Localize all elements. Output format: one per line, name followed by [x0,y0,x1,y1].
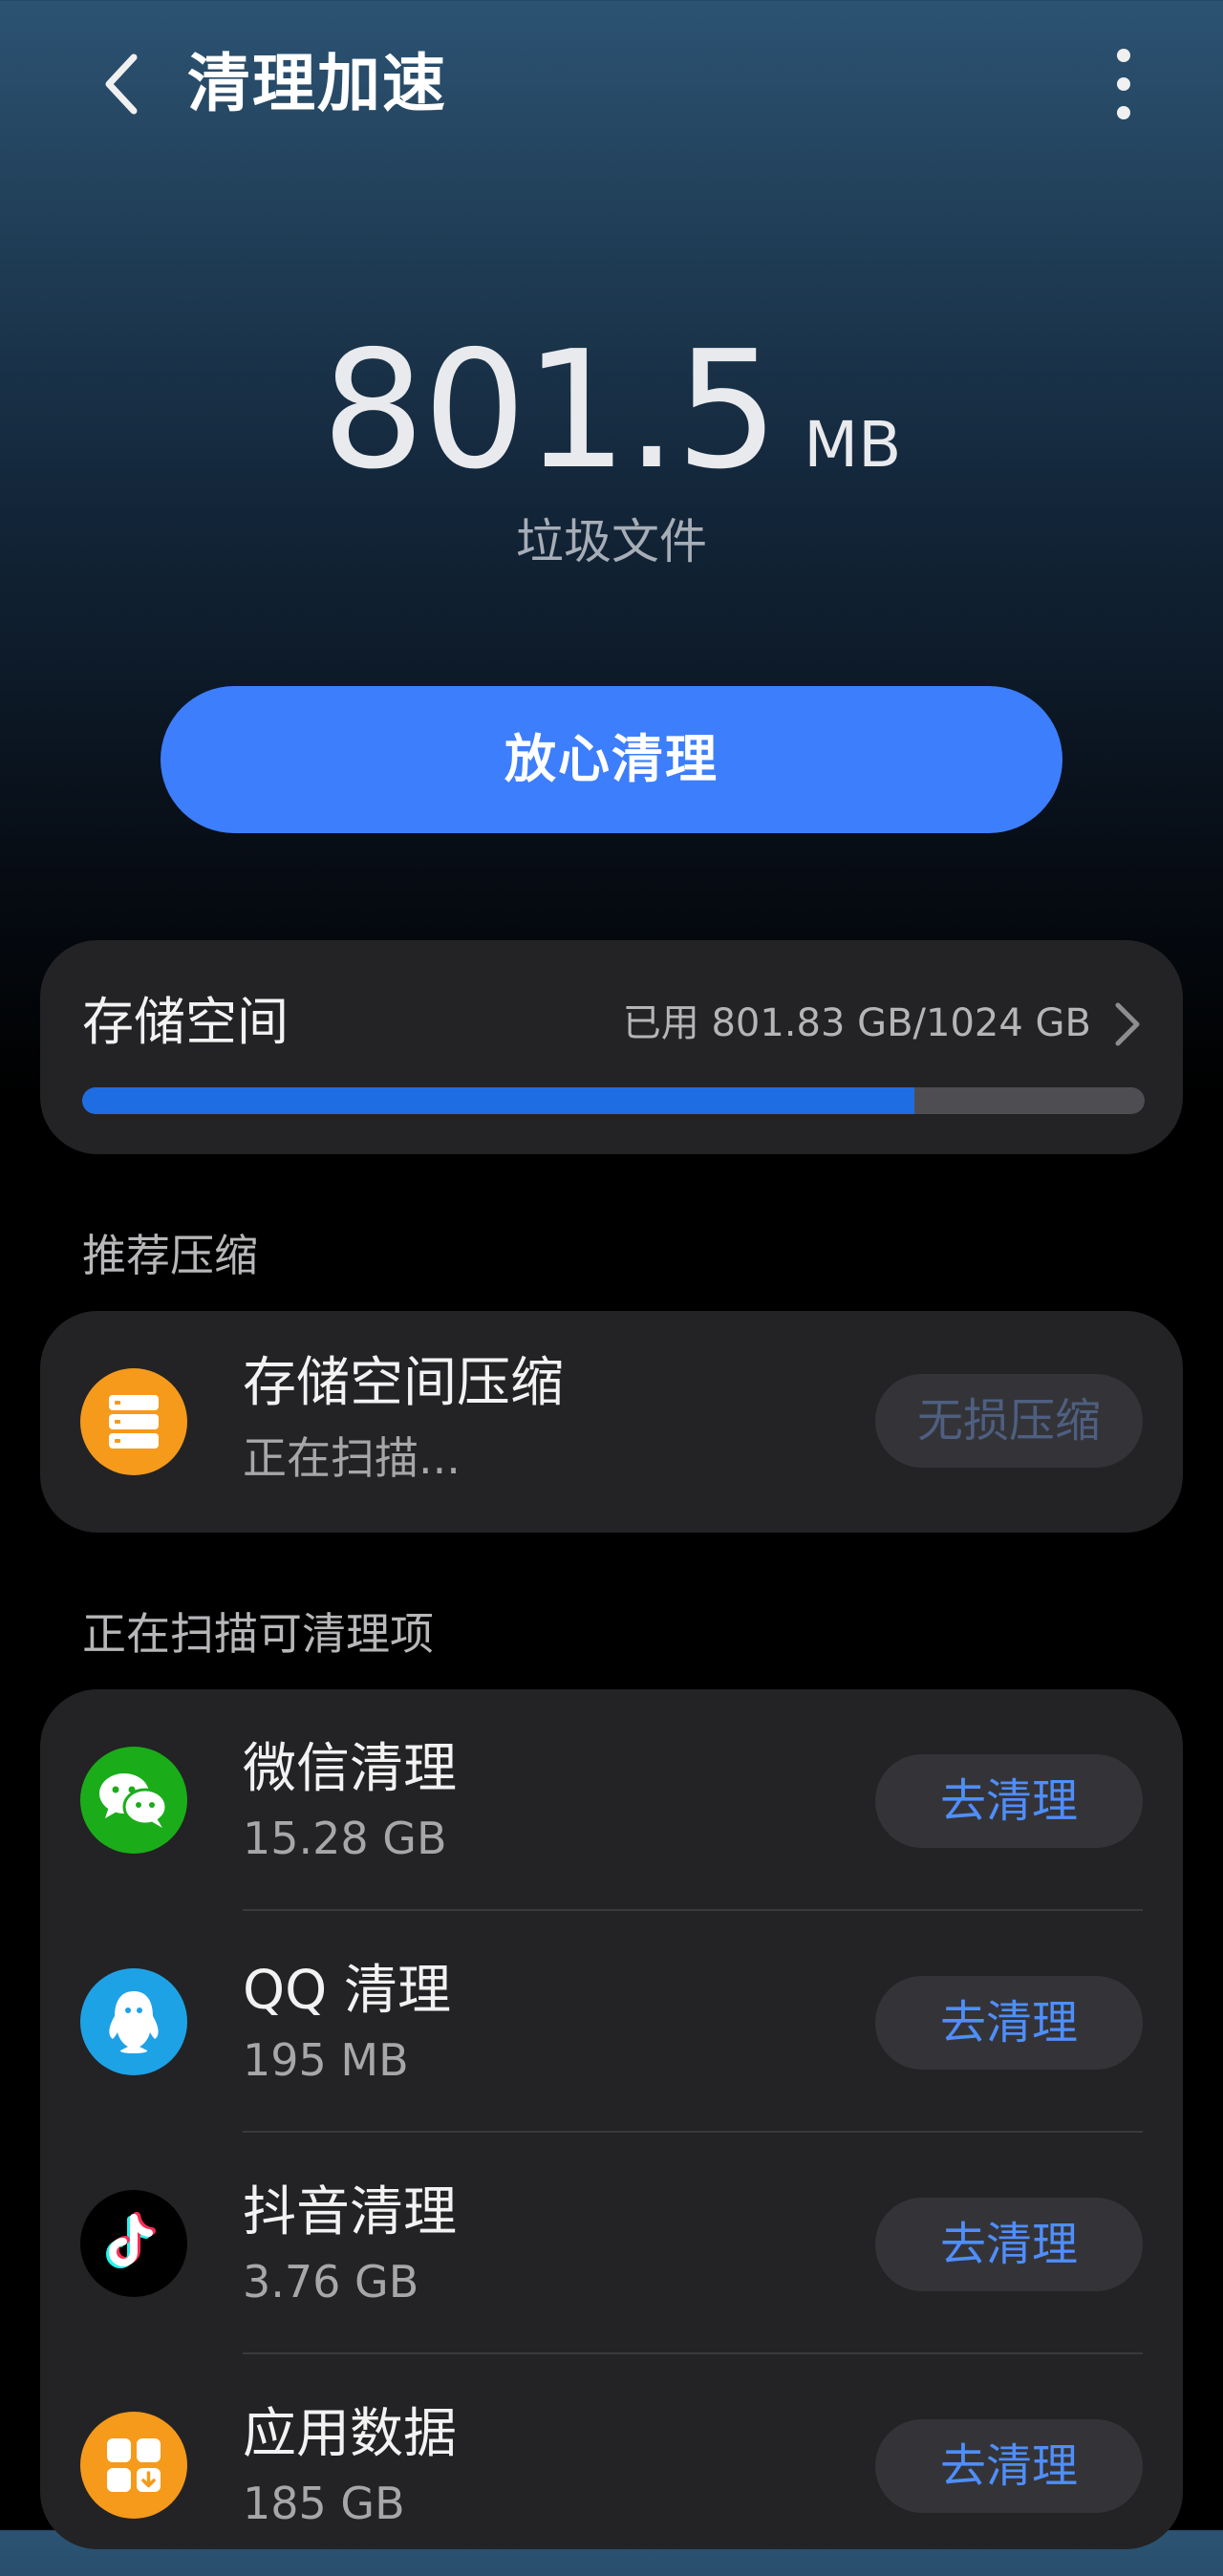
more-vertical-icon [1117,49,1130,119]
wechat-clean-button[interactable]: 去清理 [875,1754,1143,1848]
junk-label: 垃圾文件 [516,514,707,569]
app-data-icon [80,2412,187,2519]
compress-status: 正在扫描... [243,1432,461,1484]
qq-icon [80,1968,187,2075]
douyin-size: 3.76 GB [243,2256,419,2308]
storage-title: 存储空间 [82,992,289,1052]
storage-progress-fill [82,1087,914,1114]
compress-title: 存储空间压缩 [243,1352,564,1414]
storage-progress-bar [82,1087,1145,1114]
wechat-icon [80,1747,187,1854]
junk-size-unit: MB [804,408,902,482]
douyin-clean-button[interactable]: 去清理 [875,2198,1143,2291]
page-title: 清理加速 [187,47,447,120]
more-options-button[interactable] [1085,42,1162,126]
junk-summary: 801.5 MB [0,325,1223,497]
compress-card[interactable]: 存储空间压缩 正在扫描... 无损压缩 [40,1311,1183,1533]
junk-size-value: 801.5 [321,316,780,505]
lossless-compress-button[interactable]: 无损压缩 [875,1374,1143,1468]
douyin-title: 抖音清理 [243,2181,457,2243]
storage-compress-icon [80,1368,187,1475]
list-item-app-data[interactable]: 应用数据 185 GB 去清理 [40,2354,1183,2576]
list-item-wechat[interactable]: 微信清理 15.28 GB 去清理 [40,1689,1183,1911]
section-title-scan: 正在扫描可清理项 [82,1608,434,1660]
qq-clean-button[interactable]: 去清理 [875,1976,1143,2070]
chevron-left-icon [105,54,138,115]
list-item-douyin[interactable]: 抖音清理 3.76 GB 去清理 [40,2133,1183,2354]
app-data-title: 应用数据 [243,2403,457,2465]
clean-now-button[interactable]: 放心清理 [161,686,1062,833]
storage-card[interactable]: 存储空间 已用 801.83 GB/1024 GB [40,940,1183,1154]
douyin-icon [80,2190,187,2297]
clean-items-list: 微信清理 15.28 GB 去清理 QQ 清理 195 MB 去清理 抖音清理 … [40,1689,1183,2549]
storage-usage-text: 已用 801.83 GB/1024 GB [622,1001,1091,1045]
section-title-recommend: 推荐压缩 [82,1230,258,1281]
chevron-right-icon[interactable] [1110,1001,1145,1047]
wechat-title: 微信清理 [243,1738,457,1800]
qq-size: 195 MB [243,2034,409,2086]
top-bar: 清理加速 [0,0,1223,172]
app-data-clean-button[interactable]: 去清理 [875,2419,1143,2513]
app-data-size: 185 GB [243,2478,405,2529]
list-item-qq[interactable]: QQ 清理 195 MB 去清理 [40,1911,1183,2133]
qq-title: QQ 清理 [243,1960,451,2022]
back-button[interactable] [84,46,161,122]
wechat-size: 15.28 GB [243,1813,447,1864]
